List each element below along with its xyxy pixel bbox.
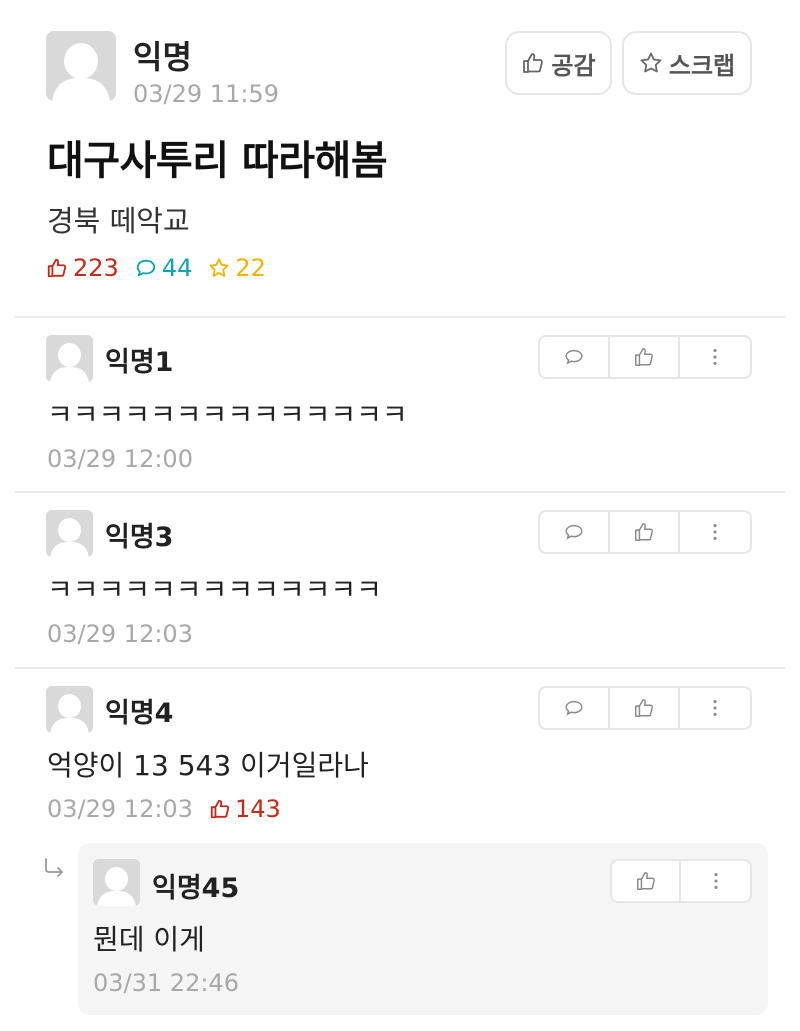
avatar-placeholder-icon	[46, 335, 93, 382]
like-count-value: 223	[73, 254, 119, 282]
more-vertical-icon	[713, 349, 717, 365]
speech-bubble-icon	[136, 259, 155, 277]
star-icon	[640, 52, 662, 73]
comment-text: ㅋㅋㅋㅋㅋㅋㅋㅋㅋㅋㅋㅋㅋㅋ	[47, 398, 408, 431]
comment-text: 억양이 13 543 이거일라나	[47, 749, 369, 782]
post-author-avatar	[46, 31, 116, 101]
like-button[interactable]: 공감	[505, 31, 612, 95]
thumbs-up-icon	[635, 699, 653, 717]
speech-bubble-icon	[565, 700, 583, 716]
comment-avatar	[46, 335, 93, 382]
scrap-button-label: 스크랩	[668, 51, 736, 80]
reply-avatar	[93, 859, 140, 906]
scrap-button[interactable]: 스크랩	[622, 31, 752, 95]
more-vertical-icon	[713, 700, 717, 716]
reply-text: 뭔데 이게	[93, 923, 205, 956]
like-count: 223	[46, 254, 119, 282]
more-vertical-icon	[713, 524, 717, 540]
comment-avatar	[46, 510, 93, 557]
avatar-placeholder-icon	[46, 686, 93, 733]
more-options-button[interactable]	[680, 337, 750, 377]
divider	[15, 667, 785, 669]
reply-button[interactable]	[540, 688, 611, 728]
thumbs-up-icon	[523, 53, 544, 73]
comment-vote-count: 143	[209, 795, 281, 823]
thumbs-up-icon	[210, 799, 230, 819]
comment-like-button[interactable]	[610, 337, 681, 377]
comment-count: 44	[135, 254, 193, 282]
reply-author: 익명45	[152, 873, 240, 904]
comment-author: 익명4	[105, 698, 174, 729]
avatar-placeholder-icon	[46, 510, 93, 557]
comment-timestamp: 03/29 12:03	[47, 620, 193, 648]
reply-time-row: 03/31 22:46	[93, 969, 239, 997]
comment-actions	[538, 686, 752, 730]
post-author-name: 익명	[133, 38, 192, 76]
scrap-count: 22	[208, 254, 266, 282]
star-icon	[209, 258, 229, 277]
reply-button[interactable]	[540, 512, 611, 552]
comment-text: ㅋㅋㅋㅋㅋㅋㅋㅋㅋㅋㅋㅋㅋ	[47, 573, 382, 606]
more-options-button[interactable]	[680, 512, 750, 552]
comment-actions	[538, 335, 752, 379]
comment-like-button[interactable]	[610, 512, 681, 552]
comment-like-button[interactable]	[610, 688, 681, 728]
divider	[15, 316, 785, 318]
comment-actions	[538, 510, 752, 554]
reply-timestamp: 03/31 22:46	[93, 969, 239, 997]
comment-avatar	[46, 686, 93, 733]
comment-time-row: 03/29 12:00	[47, 445, 193, 473]
like-button-label: 공감	[551, 51, 596, 80]
speech-bubble-icon	[565, 524, 583, 540]
reply-more-options-button[interactable]	[681, 861, 750, 901]
thumbs-up-icon	[47, 258, 67, 278]
more-options-button[interactable]	[680, 688, 750, 728]
thumbs-up-icon	[636, 872, 655, 890]
reply-arrow-icon	[45, 858, 63, 877]
comment-author: 익명3	[105, 522, 174, 553]
more-vertical-icon	[713, 873, 718, 889]
post-body: 경북 떼악교	[47, 204, 190, 238]
post-title: 대구사투리 따라해봄	[47, 138, 388, 184]
comment-timestamp: 03/29 12:00	[47, 445, 193, 473]
reply-actions	[610, 859, 752, 903]
avatar-placeholder-icon	[93, 859, 140, 906]
post-stats: 223 44 22	[46, 254, 282, 282]
scrap-count-value: 22	[235, 254, 266, 282]
reply-like-button[interactable]	[612, 861, 682, 901]
comment-time-row: 03/29 12:03 143	[47, 795, 281, 823]
divider	[15, 491, 785, 493]
comment-timestamp: 03/29 12:03	[47, 795, 193, 823]
comment-time-row: 03/29 12:03	[47, 620, 193, 648]
thumbs-up-icon	[635, 348, 653, 366]
comment-count-value: 44	[161, 254, 193, 282]
post-timestamp: 03/29 11:59	[133, 80, 279, 108]
comment-author: 익명1	[105, 347, 174, 378]
avatar-placeholder-icon	[46, 31, 116, 101]
speech-bubble-icon	[565, 349, 583, 365]
thumbs-up-icon	[635, 523, 653, 541]
reply-button[interactable]	[540, 337, 611, 377]
comment-vote-value: 143	[234, 795, 281, 823]
